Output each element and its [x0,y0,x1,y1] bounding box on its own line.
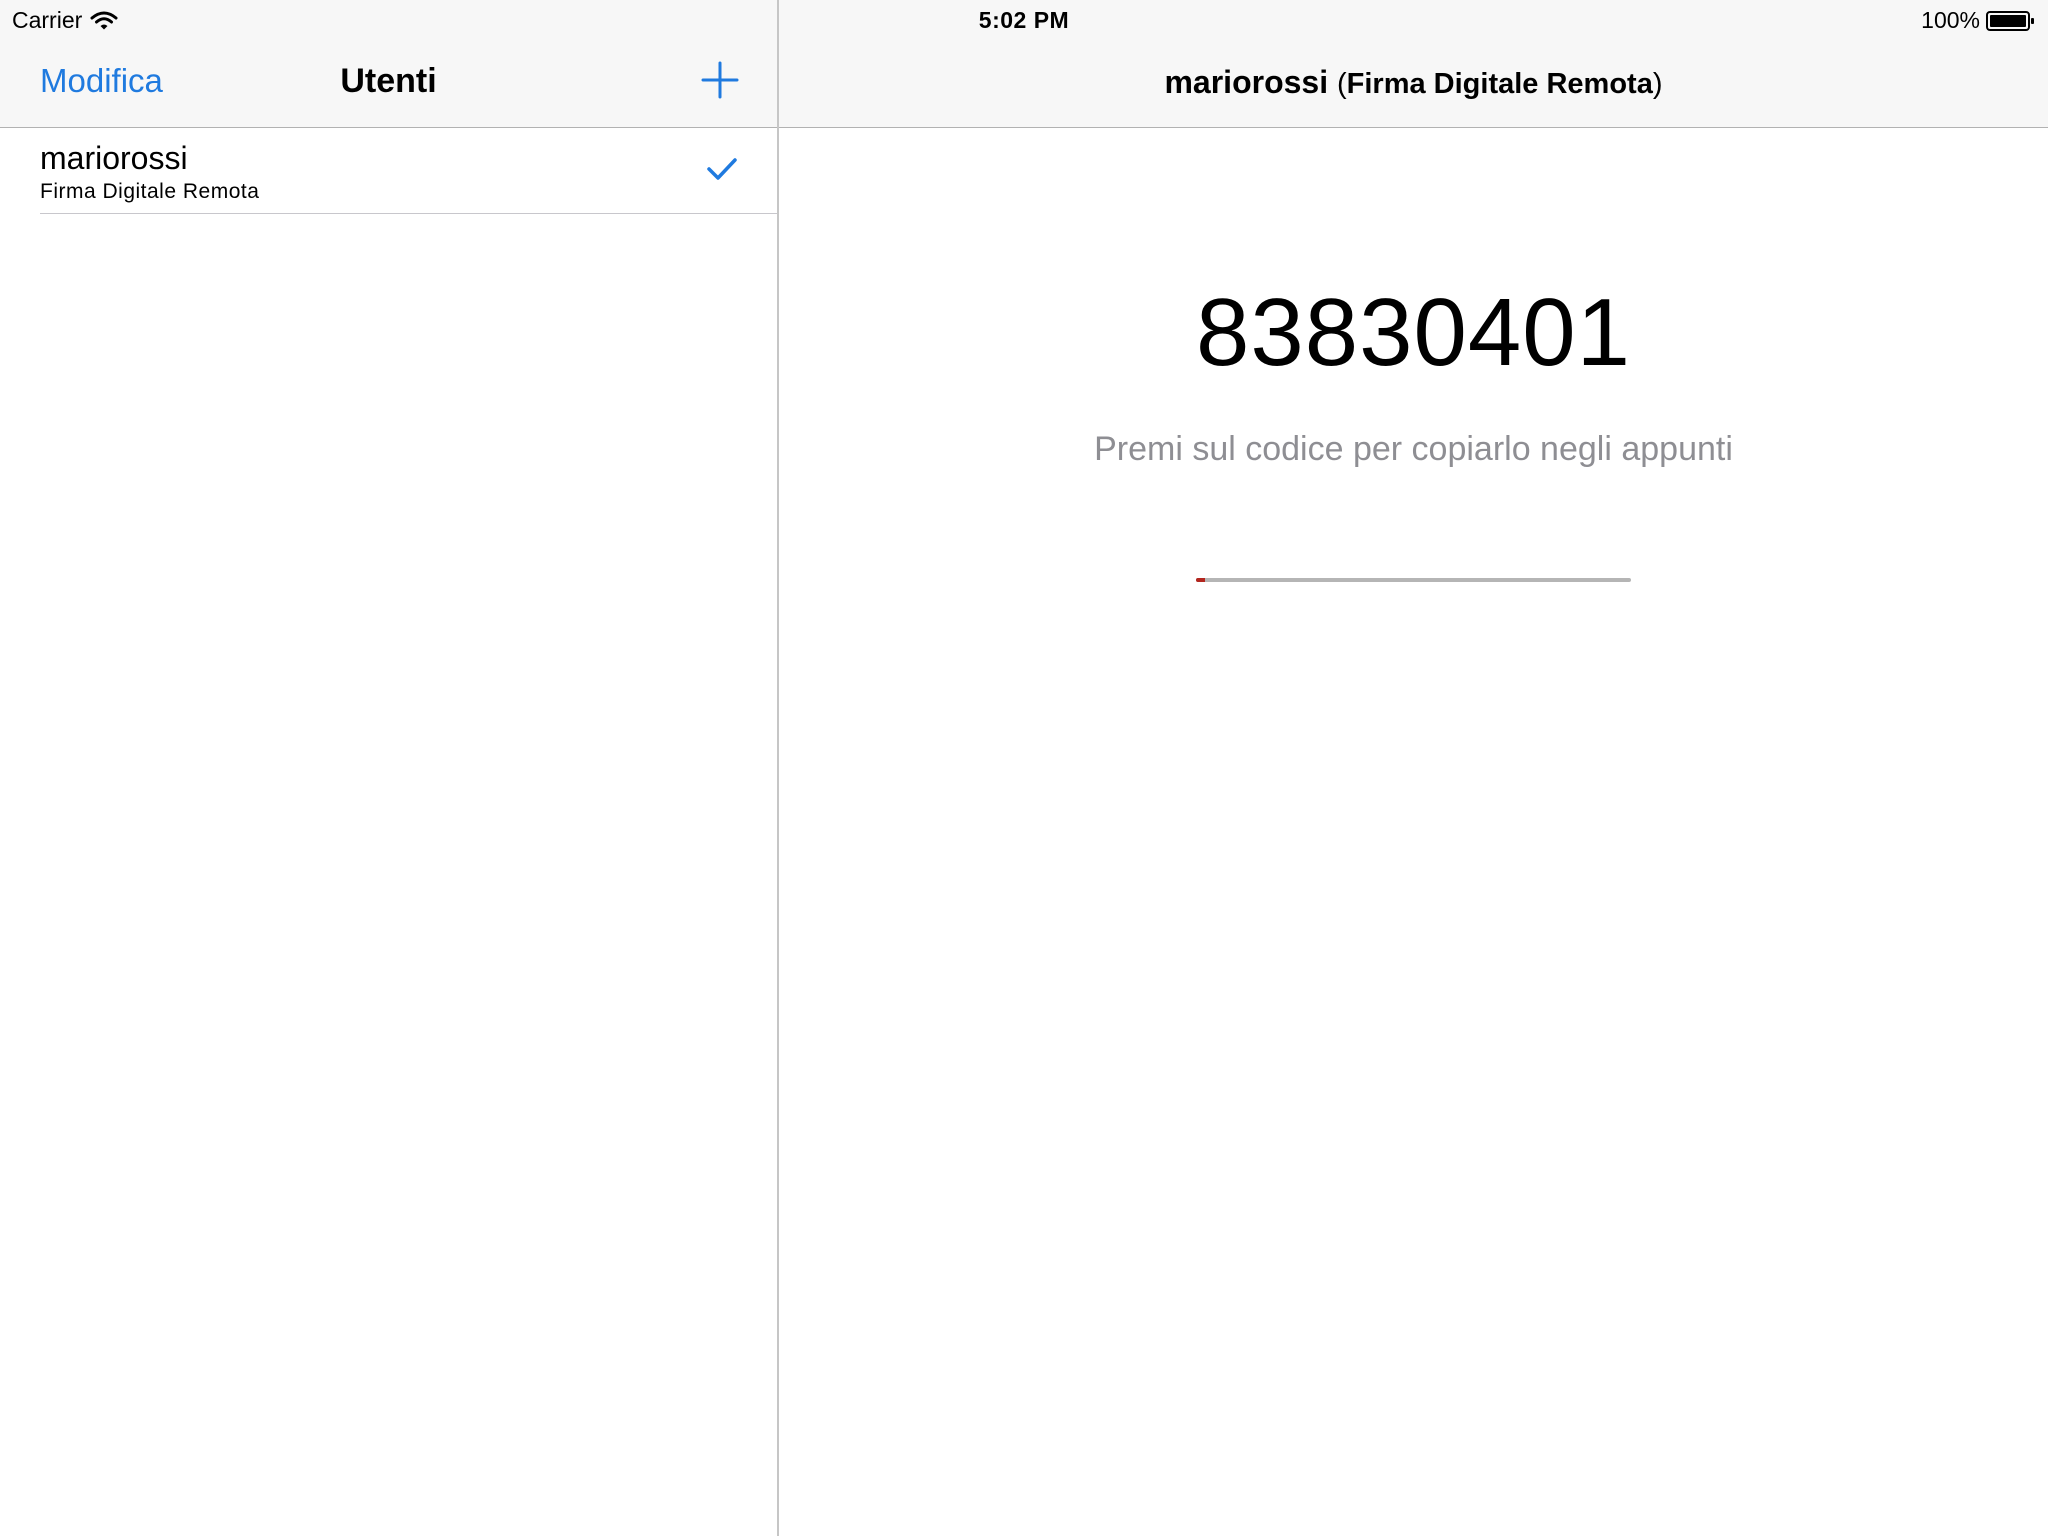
detail-title: mariorossi (Firma Digitale Remota) [779,64,2048,101]
battery-icon [1986,10,2034,31]
plus-icon [701,61,739,99]
master-nav-bar: Modifica Utenti [0,40,777,128]
detail-nav-bar: mariorossi (Firma Digitale Remota) [779,40,2048,128]
time-label: 5:02 PM [978,7,1070,33]
detail-title-close: ) [1652,68,1663,100]
status-clock: 5:02 PM [0,7,2048,34]
row-separator [40,213,777,214]
user-name: mariorossi [40,140,188,176]
code-timer-progress-fill [1196,578,1205,582]
code-timer-progress [1196,578,1631,582]
battery-indicator: 100% [1921,7,2036,34]
user-row-mariorossi[interactable]: mariorossi Firma Digitale Remota [0,128,777,214]
master-title: Utenti [340,62,437,100]
battery-percent: 100% [1921,7,1980,33]
checkmark-icon [707,158,737,180]
user-list: mariorossi Firma Digitale Remota [0,128,777,214]
split-divider [777,0,779,1536]
otp-code[interactable]: 83830401 [779,278,2048,388]
detail-title-open: ( [1336,68,1347,100]
add-user-button[interactable] [700,60,740,100]
copy-hint: Premi sul codice per copiarlo negli appu… [1094,430,1733,468]
user-type: Firma Digitale Remota [40,180,260,203]
status-bar: Carrier 5:02 PM 100% [0,0,2048,40]
detail-title-username: mariorossi [1164,64,1329,100]
detail-title-type: (Firma Digitale Remota) [1337,68,1663,100]
detail-title-type-text: Firma Digitale Remota [1346,68,1653,100]
